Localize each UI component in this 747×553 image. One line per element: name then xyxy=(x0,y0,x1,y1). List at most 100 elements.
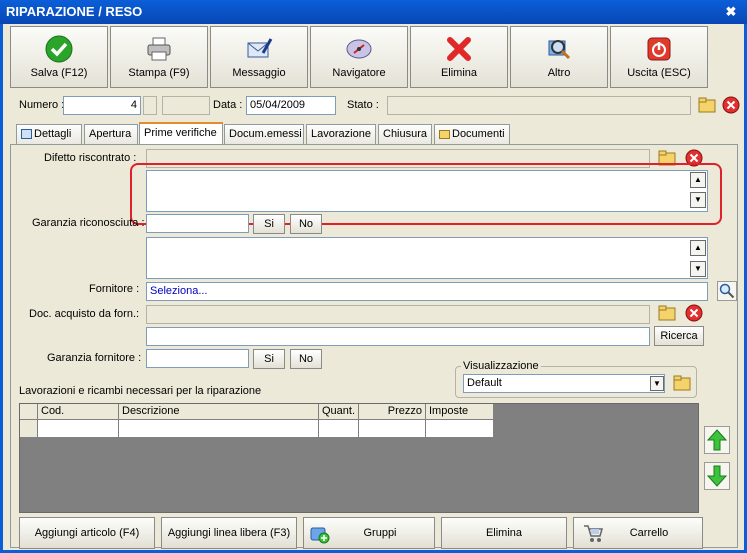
magnifier-icon xyxy=(548,40,571,60)
clear-icon[interactable] xyxy=(722,96,740,114)
checkmark-icon xyxy=(45,35,73,63)
tab-dettagli-label: Dettagli xyxy=(34,128,72,140)
more-label: Altro xyxy=(547,67,571,79)
date-field[interactable]: 05/04/2009 xyxy=(246,96,336,115)
garanzia-no-button[interactable]: No xyxy=(290,214,322,234)
grid-cell-cod[interactable] xyxy=(38,420,119,438)
search-icon[interactable] xyxy=(717,281,737,301)
lavorazioni-grid[interactable]: Cod. Descrizione Quant. Prezzo Imposte xyxy=(19,403,699,513)
exit-button[interactable]: Uscita (ESC) xyxy=(610,26,708,88)
garanzia-label: Garanzia riconosciuta : xyxy=(32,217,145,229)
arrow-down-icon xyxy=(706,465,728,487)
numero-suffix-field[interactable] xyxy=(143,96,157,115)
printer-icon xyxy=(147,37,171,61)
grid-header-prezzo[interactable]: Prezzo xyxy=(359,404,426,420)
tab-docum-emessi[interactable]: Docum.emessi xyxy=(224,124,304,144)
garanzia-field[interactable] xyxy=(146,214,249,233)
red-x-icon xyxy=(447,37,471,61)
delete-label: Elimina xyxy=(440,67,478,79)
group-add-icon xyxy=(310,527,330,544)
print-button[interactable]: Stampa (F9) xyxy=(110,26,208,88)
exit-label: Uscita (ESC) xyxy=(627,67,691,79)
carrello-button[interactable]: Carrello xyxy=(573,517,703,549)
tab-chiusura-label: Chiusura xyxy=(383,128,428,140)
grid-header-descrizione[interactable]: Descrizione xyxy=(119,404,319,420)
folder-icon xyxy=(439,129,450,139)
folder-icon[interactable] xyxy=(658,304,676,322)
stato-label: Stato : xyxy=(347,99,379,111)
doc-acquisto-label: Doc. acquisto da forn.: xyxy=(29,308,140,320)
tab-apertura-label: Apertura xyxy=(89,128,132,140)
tab-lavorazione-label: Lavorazione xyxy=(311,128,371,140)
grid-row-selector[interactable] xyxy=(20,420,38,438)
garanzia-textarea[interactable] xyxy=(146,237,708,279)
envelope-pen-icon xyxy=(247,38,273,58)
move-up-button[interactable] xyxy=(704,426,730,454)
tab-docum-emessi-label: Docum.emessi xyxy=(229,128,302,140)
data-label: Data : xyxy=(213,99,243,111)
doc-acquisto-detail-field[interactable] xyxy=(146,327,650,346)
arrow-up-icon xyxy=(706,429,728,451)
message-button[interactable]: Messaggio xyxy=(210,26,308,88)
cart-icon xyxy=(584,525,603,542)
close-icon[interactable]: ✖ xyxy=(721,2,741,22)
tab-documenti-label: Documenti xyxy=(452,128,505,140)
difetto-label: Difetto riscontrato : xyxy=(44,152,137,164)
visualizzazione-select[interactable]: Default xyxy=(463,374,665,393)
grid-header-selector xyxy=(20,404,38,420)
window-icon xyxy=(21,129,32,140)
grid-cell-quant[interactable] xyxy=(319,420,359,438)
aggiungi-articolo-button[interactable]: Aggiungi articolo (F4) xyxy=(19,517,155,549)
tab-lavorazione[interactable]: Lavorazione xyxy=(306,124,376,144)
stato-field[interactable] xyxy=(387,96,691,115)
garanzia-fornitore-no-button[interactable]: No xyxy=(290,349,322,369)
grid-cell-prezzo[interactable] xyxy=(359,420,426,438)
navigator-button[interactable]: Navigatore xyxy=(310,26,408,88)
compass-icon xyxy=(346,39,372,59)
scroll-down-icon[interactable]: ▼ xyxy=(690,261,706,277)
garanzia-fornitore-si-button[interactable]: Si xyxy=(253,349,285,369)
print-label: Stampa (F9) xyxy=(128,67,190,79)
fornitore-field[interactable]: Seleziona... xyxy=(146,282,708,301)
numero-field[interactable]: 4 xyxy=(63,96,141,115)
grid-header-cod[interactable]: Cod. xyxy=(38,404,119,420)
grid-cell-descrizione[interactable] xyxy=(119,420,319,438)
visualizzazione-label: Visualizzazione xyxy=(461,360,541,372)
folder-icon[interactable] xyxy=(673,374,691,392)
elimina-riga-button[interactable]: Elimina xyxy=(441,517,567,549)
numero-label: Numero : xyxy=(19,99,65,111)
tab-documenti[interactable]: Documenti xyxy=(434,124,510,144)
carrello-label: Carrello xyxy=(629,527,669,539)
folder-icon[interactable] xyxy=(698,96,716,114)
ricerca-button[interactable]: Ricerca xyxy=(654,326,704,346)
clear-icon[interactable] xyxy=(685,304,703,322)
grid-header-imposte[interactable]: Imposte xyxy=(426,404,494,420)
gruppi-button[interactable]: Gruppi xyxy=(303,517,435,549)
save-button[interactable]: Salva (F12) xyxy=(10,26,108,88)
scroll-up-icon[interactable]: ▲ xyxy=(690,240,706,256)
power-icon xyxy=(647,37,671,61)
window-title: RIPARAZIONE / RESO xyxy=(0,0,747,24)
garanzia-fornitore-label: Garanzia fornitore : xyxy=(47,352,142,364)
gruppi-label: Gruppi xyxy=(363,527,397,539)
fornitore-label: Fornitore : xyxy=(89,283,140,295)
tab-apertura[interactable]: Apertura xyxy=(84,124,138,144)
garanzia-si-button[interactable]: Si xyxy=(253,214,285,234)
move-down-button[interactable] xyxy=(704,462,730,490)
numero-extra-field[interactable] xyxy=(162,96,210,115)
aggiungi-linea-button[interactable]: Aggiungi linea libera (F3) xyxy=(161,517,297,549)
tab-prime-verifiche-label: Prime verifiche xyxy=(144,127,217,139)
tab-chiusura[interactable]: Chiusura xyxy=(378,124,432,144)
tab-prime-verifiche[interactable]: Prime verifiche xyxy=(139,122,223,144)
more-button[interactable]: Altro xyxy=(510,26,608,88)
delete-button[interactable]: Elimina xyxy=(410,26,508,88)
save-label: Salva (F12) xyxy=(30,67,88,79)
grid-cell-imposte[interactable] xyxy=(426,420,494,438)
doc-acquisto-field[interactable] xyxy=(146,305,650,324)
navigator-label: Navigatore xyxy=(332,67,386,79)
message-label: Messaggio xyxy=(232,67,286,79)
tab-dettagli[interactable]: Dettagli xyxy=(16,124,82,144)
garanzia-fornitore-field[interactable] xyxy=(146,349,249,368)
grid-header-quant[interactable]: Quant. xyxy=(319,404,359,420)
chevron-down-icon[interactable]: ▼ xyxy=(650,376,664,391)
